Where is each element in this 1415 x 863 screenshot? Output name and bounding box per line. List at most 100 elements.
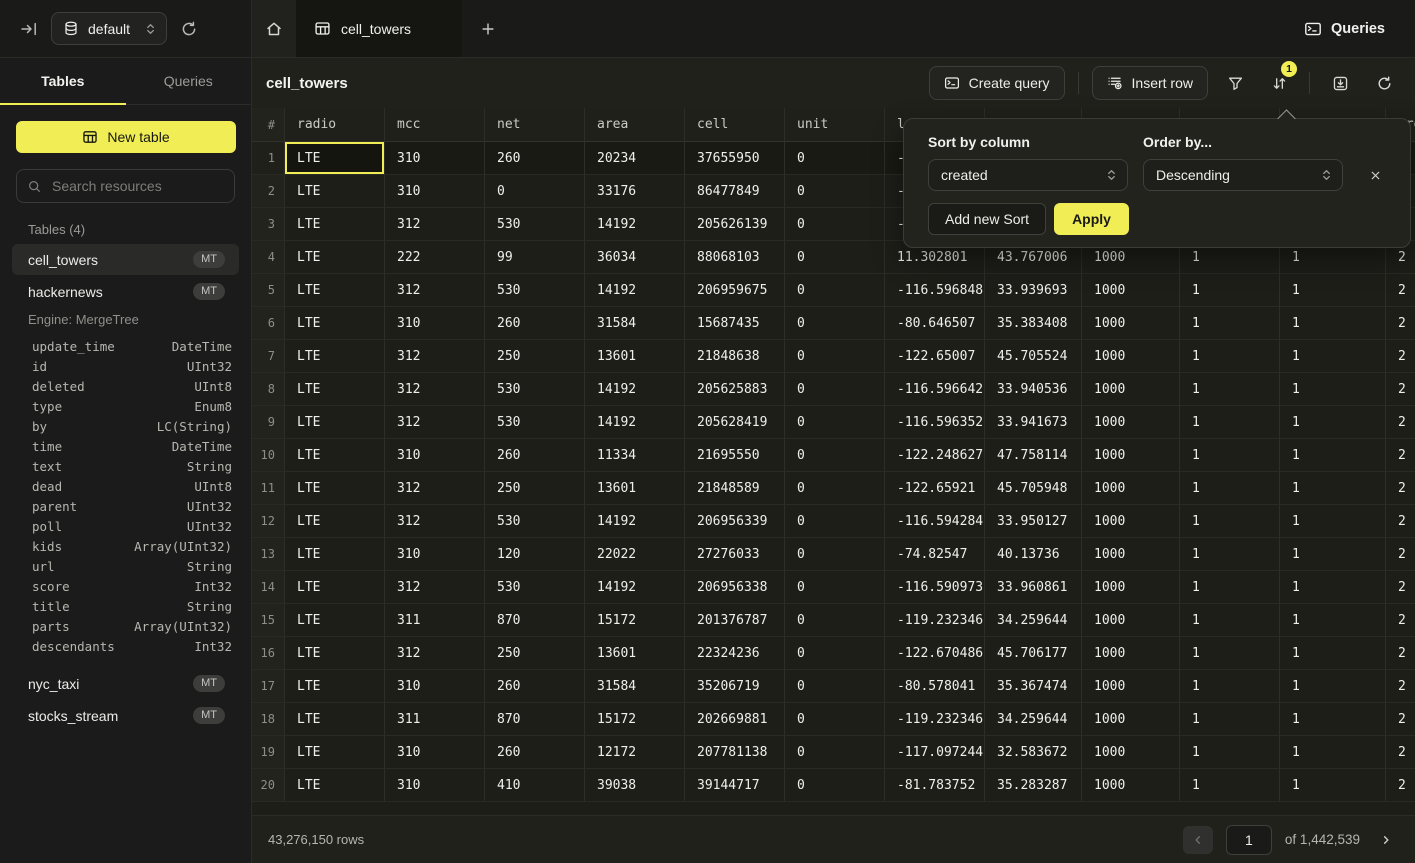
- table-cell[interactable]: 2: [1386, 670, 1415, 703]
- table-cell[interactable]: 310: [385, 736, 485, 769]
- table-cell[interactable]: 40.13736: [985, 538, 1082, 571]
- table-cell[interactable]: 2: [1386, 637, 1415, 670]
- table-cell[interactable]: 310: [385, 142, 485, 175]
- table-cell[interactable]: 1: [1180, 373, 1280, 406]
- table-cell[interactable]: 870: [485, 703, 585, 736]
- table-cell[interactable]: 312: [385, 472, 485, 505]
- table-cell[interactable]: LTE: [285, 175, 385, 208]
- page-number-input[interactable]: [1226, 825, 1272, 855]
- table-cell[interactable]: 0: [785, 373, 885, 406]
- table-cell[interactable]: -74.82547: [885, 538, 985, 571]
- table-cell[interactable]: 1: [1180, 670, 1280, 703]
- table-cell[interactable]: 0: [785, 175, 885, 208]
- table-cell[interactable]: 260: [485, 439, 585, 472]
- table-cell[interactable]: 1: [1180, 439, 1280, 472]
- table-cell[interactable]: 1: [1280, 604, 1386, 637]
- table-cell[interactable]: -116.590973: [885, 571, 985, 604]
- table-cell[interactable]: 530: [485, 406, 585, 439]
- table-cell[interactable]: 310: [385, 538, 485, 571]
- row-number[interactable]: 15: [252, 604, 285, 637]
- table-cell[interactable]: 205626139: [685, 208, 785, 241]
- prev-page-button[interactable]: [1183, 826, 1213, 854]
- table-cell[interactable]: 45.705948: [985, 472, 1082, 505]
- table-cell[interactable]: 34.259644: [985, 604, 1082, 637]
- table-cell[interactable]: -122.248627: [885, 439, 985, 472]
- table-cell[interactable]: 201376787: [685, 604, 785, 637]
- table-cell[interactable]: -80.578041: [885, 670, 985, 703]
- table-cell[interactable]: 33.950127: [985, 505, 1082, 538]
- table-cell[interactable]: 39144717: [685, 769, 785, 802]
- table-cell[interactable]: 311: [385, 703, 485, 736]
- table-cell[interactable]: -116.596352: [885, 406, 985, 439]
- apply-sort-button[interactable]: Apply: [1054, 203, 1129, 235]
- row-number[interactable]: 9: [252, 406, 285, 439]
- table-cell[interactable]: 0: [785, 241, 885, 274]
- table-cell[interactable]: 0: [785, 340, 885, 373]
- row-number[interactable]: 4: [252, 241, 285, 274]
- table-cell[interactable]: 39038: [585, 769, 685, 802]
- row-number[interactable]: 10: [252, 439, 285, 472]
- table-cell[interactable]: 13601: [585, 637, 685, 670]
- row-number[interactable]: 5: [252, 274, 285, 307]
- table-cell[interactable]: 88068103: [685, 241, 785, 274]
- tab-cell-towers[interactable]: cell_towers: [296, 0, 462, 57]
- table-cell[interactable]: 20234: [585, 142, 685, 175]
- table-cell[interactable]: 1: [1180, 637, 1280, 670]
- table-cell[interactable]: 206959675: [685, 274, 785, 307]
- table-cell[interactable]: 0: [785, 637, 885, 670]
- table-cell[interactable]: LTE: [285, 736, 385, 769]
- table-cell[interactable]: 1: [1280, 670, 1386, 703]
- table-cell[interactable]: 260: [485, 736, 585, 769]
- create-query-button[interactable]: Create query: [929, 66, 1065, 100]
- table-cell[interactable]: 311: [385, 604, 485, 637]
- table-cell[interactable]: LTE: [285, 373, 385, 406]
- table-cell[interactable]: 1000: [1082, 604, 1180, 637]
- table-cell[interactable]: 2: [1386, 703, 1415, 736]
- table-cell[interactable]: 1000: [1082, 472, 1180, 505]
- table-cell[interactable]: 0: [785, 142, 885, 175]
- table-cell[interactable]: LTE: [285, 571, 385, 604]
- table-cell[interactable]: 2: [1386, 505, 1415, 538]
- table-cell[interactable]: 45.706177: [985, 637, 1082, 670]
- row-number[interactable]: 19: [252, 736, 285, 769]
- table-cell[interactable]: 35.383408: [985, 307, 1082, 340]
- table-cell[interactable]: 250: [485, 340, 585, 373]
- table-cell[interactable]: -116.596848: [885, 274, 985, 307]
- table-cell[interactable]: 250: [485, 637, 585, 670]
- table-cell[interactable]: LTE: [285, 142, 385, 175]
- table-cell[interactable]: 312: [385, 274, 485, 307]
- table-cell[interactable]: 312: [385, 406, 485, 439]
- table-cell[interactable]: 530: [485, 505, 585, 538]
- table-cell[interactable]: 0: [785, 406, 885, 439]
- table-cell[interactable]: 205628419: [685, 406, 785, 439]
- table-cell[interactable]: 27276033: [685, 538, 785, 571]
- add-new-sort-button[interactable]: Add new Sort: [928, 203, 1046, 235]
- table-cell[interactable]: 2: [1386, 373, 1415, 406]
- row-number[interactable]: 2: [252, 175, 285, 208]
- row-number[interactable]: 14: [252, 571, 285, 604]
- table-cell[interactable]: 310: [385, 769, 485, 802]
- table-cell[interactable]: 1: [1180, 340, 1280, 373]
- table-cell[interactable]: -119.232346: [885, 703, 985, 736]
- table-cell[interactable]: LTE: [285, 208, 385, 241]
- table-cell[interactable]: 0: [785, 670, 885, 703]
- table-cell[interactable]: 1: [1280, 703, 1386, 736]
- table-cell[interactable]: 1: [1280, 505, 1386, 538]
- table-cell[interactable]: 0: [785, 769, 885, 802]
- table-cell[interactable]: 12172: [585, 736, 685, 769]
- table-cell[interactable]: 222: [385, 241, 485, 274]
- table-cell[interactable]: 312: [385, 637, 485, 670]
- table-cell[interactable]: 312: [385, 571, 485, 604]
- row-number[interactable]: 12: [252, 505, 285, 538]
- table-cell[interactable]: 99: [485, 241, 585, 274]
- queries-button[interactable]: Queries: [1298, 19, 1391, 39]
- table-cell[interactable]: 47.758114: [985, 439, 1082, 472]
- table-cell[interactable]: 1000: [1082, 670, 1180, 703]
- table-cell[interactable]: LTE: [285, 604, 385, 637]
- table-cell[interactable]: 14192: [585, 406, 685, 439]
- row-number[interactable]: 8: [252, 373, 285, 406]
- table-cell[interactable]: 2: [1386, 406, 1415, 439]
- table-cell[interactable]: 1: [1180, 406, 1280, 439]
- table-cell[interactable]: 14192: [585, 373, 685, 406]
- table-cell[interactable]: 15172: [585, 604, 685, 637]
